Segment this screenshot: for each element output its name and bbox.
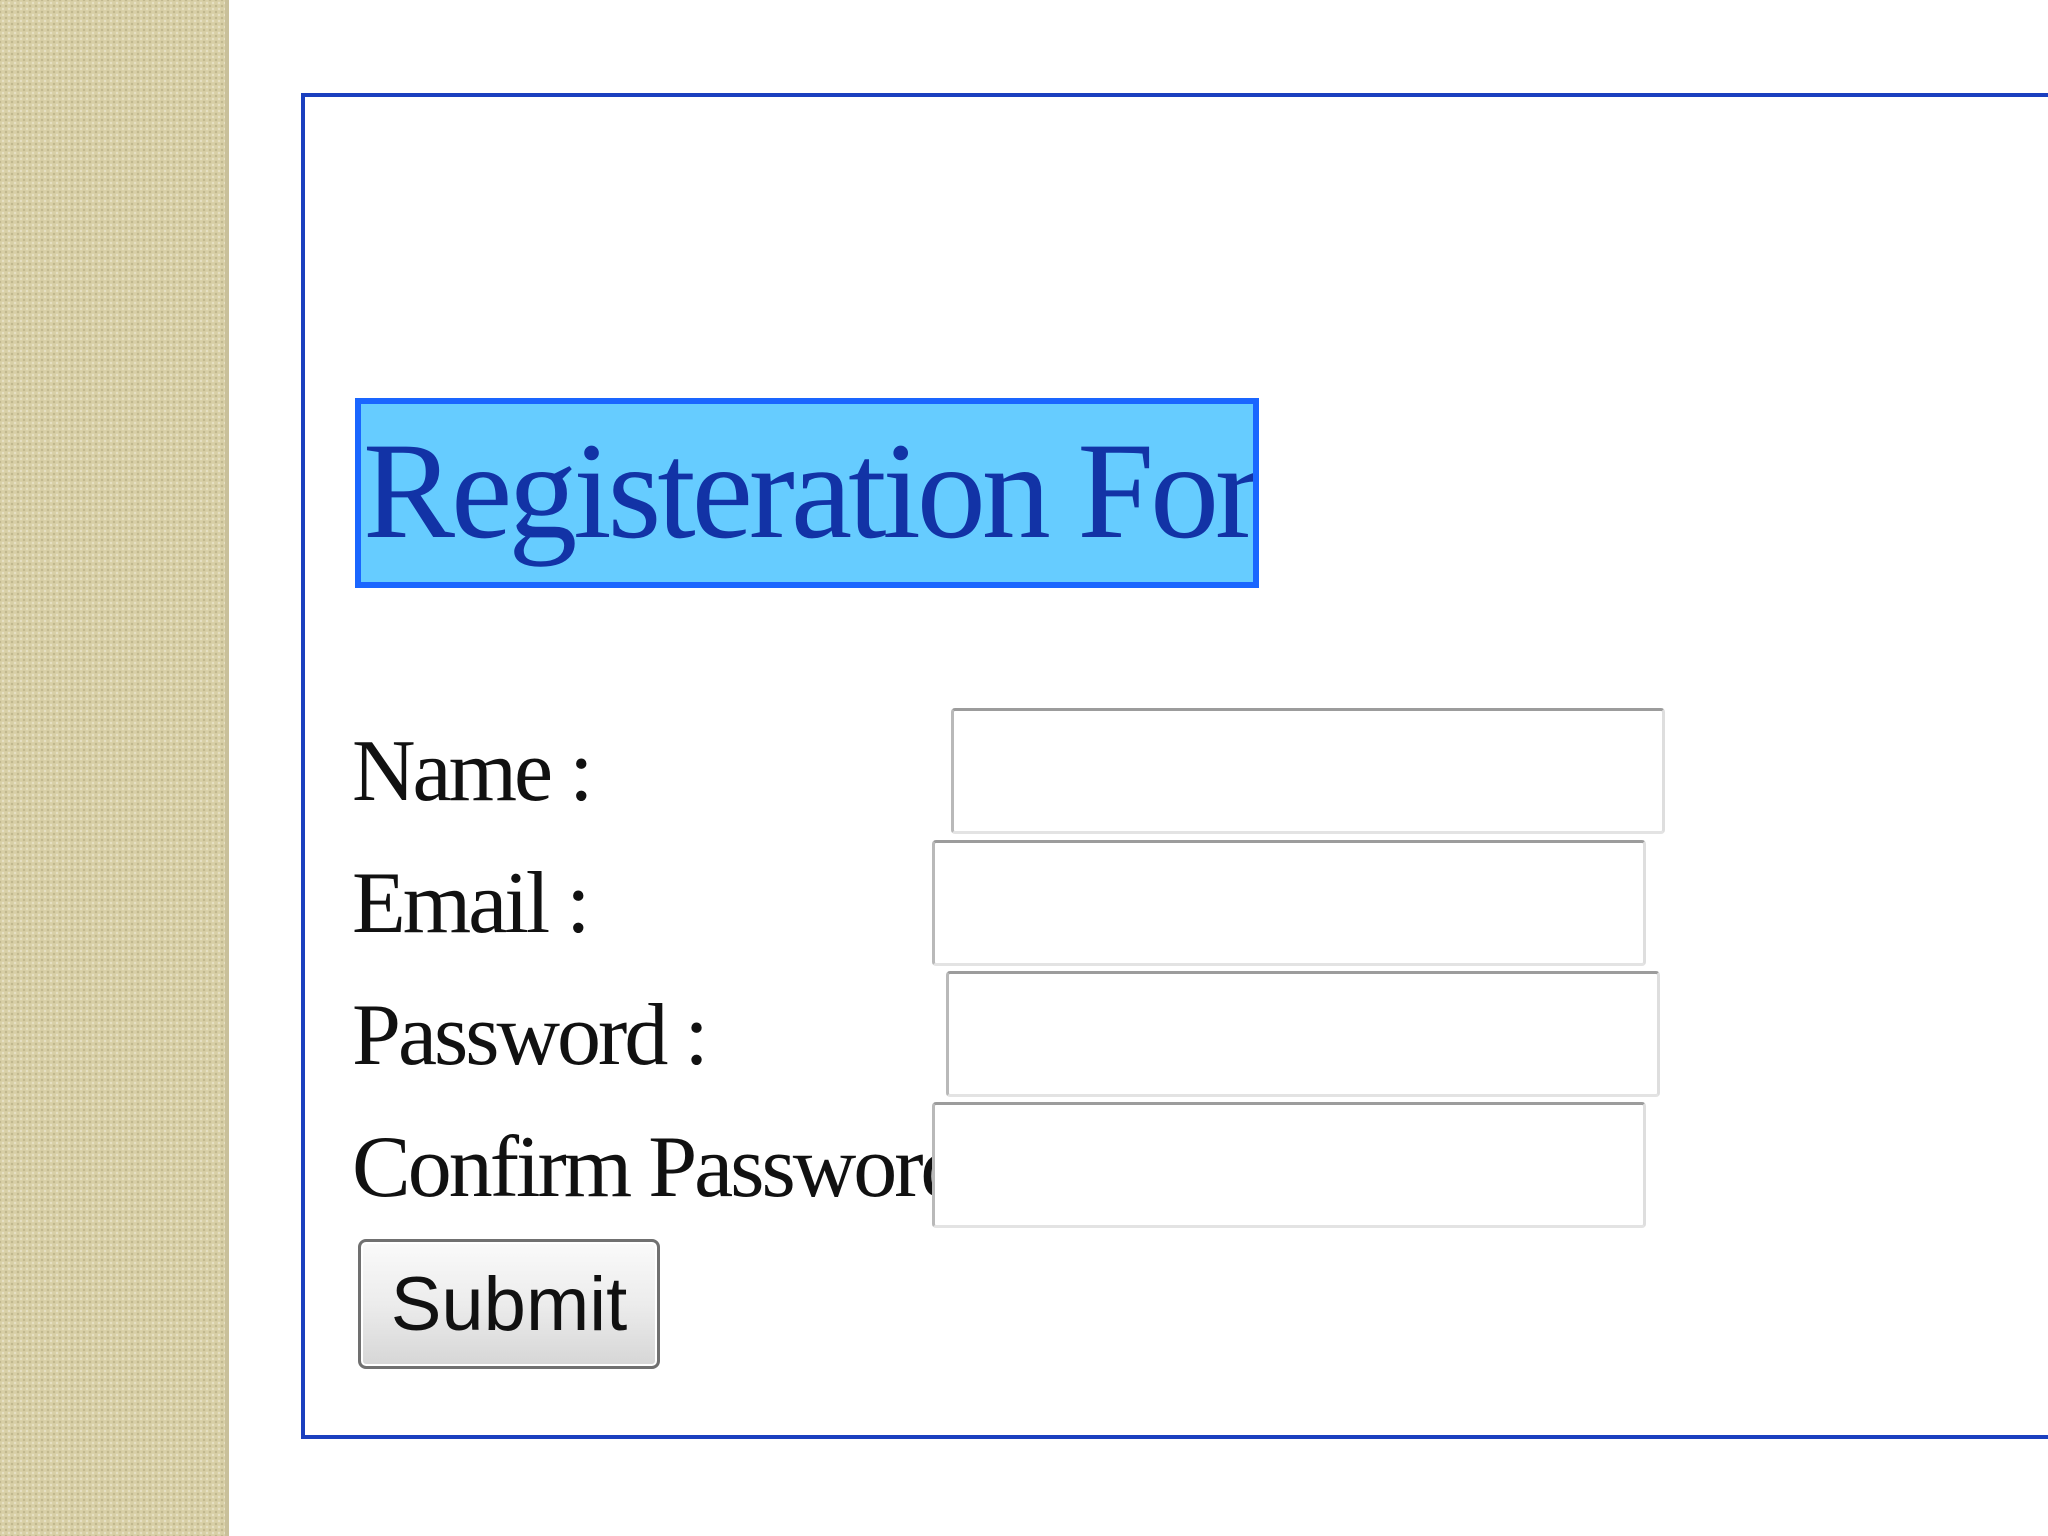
email-label: Email : — [352, 855, 591, 952]
form-title: Registeration Form — [363, 414, 1258, 567]
confirm-password-label: Confirm Password: — [352, 1119, 986, 1216]
email-input[interactable] — [932, 840, 1646, 966]
submit-button[interactable]: Submit — [358, 1239, 660, 1369]
password-label: Password : — [352, 987, 709, 1084]
name-input[interactable] — [951, 708, 1665, 834]
confirm-password-input[interactable] — [932, 1102, 1646, 1228]
form-title-box: Registeration Form — [355, 398, 1259, 588]
password-input[interactable] — [946, 971, 1660, 1097]
name-label: Name : — [352, 723, 594, 820]
decorative-side-strip — [0, 0, 229, 1536]
